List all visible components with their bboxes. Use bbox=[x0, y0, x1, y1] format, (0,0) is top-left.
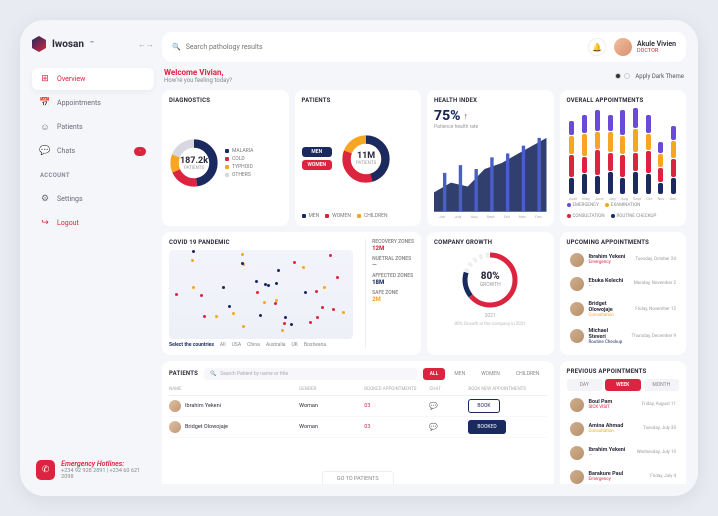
filter-men[interactable]: MEN bbox=[447, 368, 472, 380]
diagnostics-card: DIAGNOSTICS 187.2kPATIENTS MALARIA COLD … bbox=[162, 90, 289, 226]
section-account: ACCOUNT bbox=[40, 172, 154, 179]
collapse-icon[interactable]: ←→ bbox=[138, 40, 154, 49]
growth-gauge: 80%GROWTH bbox=[460, 250, 520, 310]
appointment-row[interactable]: Ebuka Kelechi—Monday, November 2 bbox=[567, 274, 680, 294]
filter-all[interactable]: ALL bbox=[423, 368, 446, 380]
country-tabs[interactable]: Select the countries AllUSAChinaAustrali… bbox=[169, 342, 353, 348]
patients-search[interactable]: 🔍Search Patient by name or title bbox=[204, 368, 417, 380]
patient-row[interactable]: Bridget OlowojajeWoman03💬BOOKED bbox=[169, 417, 547, 438]
search-icon: 🔍 bbox=[172, 43, 181, 51]
appointment-row[interactable]: Ibrahim Yekeni—Wednesday, July 10 bbox=[567, 443, 680, 463]
user-menu[interactable]: Akule Vivien DOCTOR bbox=[614, 38, 676, 56]
nav-appointments[interactable]: 📅Appointments bbox=[32, 92, 154, 114]
nav-patients[interactable]: ☺Patients bbox=[32, 116, 154, 138]
dark-icon bbox=[624, 73, 630, 79]
book-button[interactable]: BOOKED bbox=[468, 420, 505, 434]
avatar bbox=[570, 302, 584, 316]
light-icon bbox=[615, 73, 621, 79]
gear-icon: ⚙ bbox=[40, 194, 50, 204]
chat-icon: 💬 bbox=[40, 146, 50, 156]
appointment-row[interactable]: Michael SteveriRoutine CheckupThursday, … bbox=[567, 325, 680, 348]
user-avatar bbox=[614, 38, 632, 56]
avatar bbox=[570, 398, 584, 412]
phone-icon[interactable]: ✆ bbox=[36, 460, 55, 480]
filter-children[interactable]: CHILDREN bbox=[509, 368, 547, 380]
avatar bbox=[570, 277, 584, 291]
topbar: 🔍 🔔 Akule Vivien DOCTOR bbox=[162, 32, 686, 62]
search-input[interactable] bbox=[186, 43, 580, 51]
avatar bbox=[570, 470, 584, 484]
filter-women[interactable]: WOMEN bbox=[474, 368, 507, 380]
patients-card: PATIENTS MEN WOMEN 11MPATIENTS MEN W bbox=[295, 90, 422, 226]
patients-donut: 11MPATIENTS bbox=[341, 134, 391, 184]
notifications-button[interactable]: 🔔 bbox=[588, 38, 606, 56]
nav-settings[interactable]: ⚙Settings bbox=[32, 188, 154, 210]
patients-table-card: PATIENTS 🔍Search Patient by name or titl… bbox=[162, 361, 554, 484]
patient-row[interactable]: Ibrahim YekeniWoman03💬BOOK bbox=[169, 396, 547, 417]
arrow-up-icon: ↑ bbox=[464, 111, 469, 122]
brand: Iwosan™ ←→ bbox=[32, 32, 154, 62]
calendar-icon: 📅 bbox=[40, 98, 50, 108]
avatar bbox=[570, 446, 584, 460]
appointment-row[interactable]: Bridget OlowojajeConsultationFriday, Nov… bbox=[567, 298, 680, 321]
avatar bbox=[169, 421, 181, 433]
appointment-row[interactable]: Ibrahim YekeniEmergencyTuesday, October … bbox=[567, 250, 680, 270]
health-index-card: HEALTH INDEX 75%↑ Patience health rate J… bbox=[427, 90, 554, 226]
avatar bbox=[570, 329, 584, 343]
emergency-hotlines: ✆ Emergency Hotlines: +234 92 928 2891 |… bbox=[32, 456, 154, 484]
avatar bbox=[570, 422, 584, 436]
welcome-title: Welcome Vivian, bbox=[164, 68, 232, 77]
brand-logo-icon bbox=[32, 36, 46, 52]
search-box[interactable]: 🔍 bbox=[172, 43, 580, 51]
grid-icon: ⊞ bbox=[40, 74, 50, 84]
upcoming-appointments-card: UPCOMING APPOINTMENTS Ibrahim YekeniEmer… bbox=[560, 232, 687, 355]
diagnostics-donut: 187.2kPATIENTS bbox=[169, 138, 219, 188]
appointment-row[interactable]: Barakure PaulEmergencyFriday, July 4 bbox=[567, 467, 680, 484]
goto-patients-button[interactable]: GO TO PATIENTS bbox=[322, 471, 394, 484]
brand-name: Iwosan bbox=[52, 39, 84, 50]
avatar bbox=[570, 253, 584, 267]
user-icon: ☺ bbox=[40, 122, 50, 132]
welcome-sub: How're you feeling today? bbox=[164, 77, 232, 84]
chat-icon[interactable]: 💬 bbox=[429, 423, 468, 431]
covid-card: COVID 19 PANDEMIC Select the countries A… bbox=[162, 232, 421, 355]
overall-appointments-card: OVERALL APPOINTMENTS AprilMayJuneJulyAug… bbox=[560, 90, 687, 226]
nav-overview[interactable]: ⊞Overview bbox=[32, 68, 154, 90]
logout-icon: ↪ bbox=[40, 218, 50, 228]
chat-badge: · bbox=[134, 147, 146, 156]
search-icon: 🔍 bbox=[210, 371, 216, 377]
avatar bbox=[169, 400, 181, 412]
previous-appointments-card: PREVIOUS APPOINTMENTS DAYWEEKMONTH Boul … bbox=[560, 361, 687, 484]
theme-toggle[interactable]: Apply Dark Theme bbox=[615, 73, 684, 80]
nav-chats[interactable]: 💬Chats· bbox=[32, 140, 154, 162]
appointment-row[interactable]: Amina AhmadConsultationTuesday, July 30 bbox=[567, 419, 680, 439]
appointment-row[interactable]: Boul PamSICK VISITFriday, August 11 bbox=[567, 395, 680, 415]
main-nav: ⊞Overview 📅Appointments ☺Patients 💬Chats… bbox=[32, 68, 154, 162]
nav-logout[interactable]: ↪Logout bbox=[32, 212, 154, 234]
tab-day[interactable]: DAY bbox=[567, 379, 603, 391]
world-map[interactable] bbox=[169, 250, 353, 339]
tab-month[interactable]: MONTH bbox=[644, 379, 680, 391]
tab-week[interactable]: WEEK bbox=[605, 379, 641, 391]
book-button[interactable]: BOOK bbox=[468, 399, 499, 413]
chat-icon[interactable]: 💬 bbox=[429, 402, 468, 410]
company-growth-card: COMPANY GROWTH 80%GROWTH 2021 80% Growth… bbox=[427, 232, 554, 355]
